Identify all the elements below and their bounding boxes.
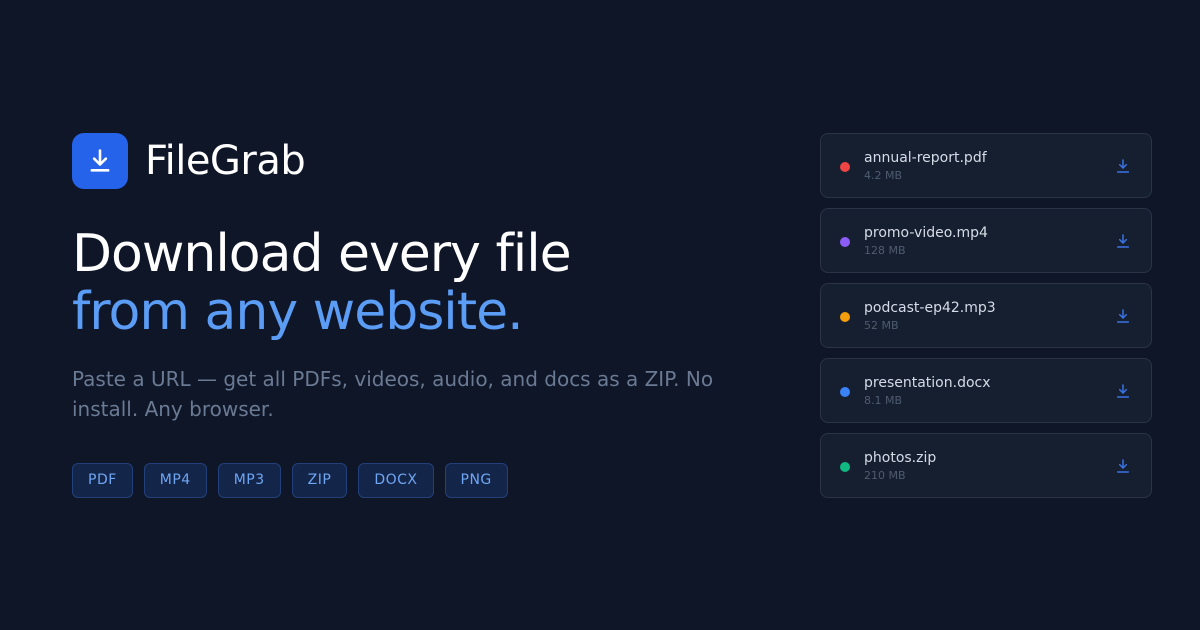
format-tag-zip: ZIP xyxy=(291,463,348,498)
file-name: annual-report.pdf xyxy=(864,150,987,166)
headline-line-1: Download every file xyxy=(72,224,572,284)
download-icon xyxy=(1116,459,1130,473)
download-icon xyxy=(1116,159,1130,173)
format-tag-mp3: MP3 xyxy=(217,463,281,498)
brand-logo xyxy=(72,133,128,189)
file-size: 210 MB xyxy=(864,469,906,482)
file-name: podcast-ep42.mp3 xyxy=(864,300,996,316)
file-type-dot xyxy=(840,462,850,472)
file-download-button[interactable] xyxy=(1113,156,1133,176)
format-tag-mp4: MP4 xyxy=(143,463,207,498)
file-download-button[interactable] xyxy=(1113,231,1133,251)
file-item: presentation.docx 8.1 MB xyxy=(820,358,1152,423)
format-tag-docx: DOCX xyxy=(358,463,434,498)
file-size: 52 MB xyxy=(864,319,899,332)
file-size: 128 MB xyxy=(864,244,906,257)
file-download-button[interactable] xyxy=(1113,456,1133,476)
file-type-dot xyxy=(840,312,850,322)
file-item: podcast-ep42.mp3 52 MB xyxy=(820,283,1152,348)
file-name: photos.zip xyxy=(864,450,937,466)
headline-line-2: from any website. xyxy=(72,282,524,342)
file-size: 4.2 MB xyxy=(864,169,903,182)
download-icon xyxy=(1116,234,1130,248)
download-icon xyxy=(1116,384,1130,398)
download-icon xyxy=(90,149,110,172)
file-name: promo-video.mp4 xyxy=(864,225,988,241)
file-type-dot xyxy=(840,162,850,172)
file-item: promo-video.mp4 128 MB xyxy=(820,208,1152,273)
file-list: annual-report.pdf 4.2 MB promo-video.mp4… xyxy=(820,133,1152,508)
hero-subtitle: Paste a URL — get all PDFs, videos, audi… xyxy=(72,367,714,421)
file-download-button[interactable] xyxy=(1113,381,1133,401)
brand: FileGrab xyxy=(72,133,306,189)
file-item: photos.zip 210 MB xyxy=(820,433,1152,498)
format-tag-png: PNG xyxy=(444,463,508,498)
file-name: presentation.docx xyxy=(864,375,991,391)
page: FileGrab Download every file from any we… xyxy=(0,0,1200,630)
brand-name: FileGrab xyxy=(145,138,306,184)
file-type-dot xyxy=(840,237,850,247)
file-download-button[interactable] xyxy=(1113,306,1133,326)
download-icon xyxy=(1116,309,1130,323)
file-type-dot xyxy=(840,387,850,397)
format-tags: PDF MP4 MP3 ZIP DOCX PNG xyxy=(72,463,508,498)
hero-headline: Download every file from any website. xyxy=(72,224,572,342)
file-size: 8.1 MB xyxy=(864,394,903,407)
file-item: annual-report.pdf 4.2 MB xyxy=(820,133,1152,198)
format-tag-pdf: PDF xyxy=(72,463,133,498)
